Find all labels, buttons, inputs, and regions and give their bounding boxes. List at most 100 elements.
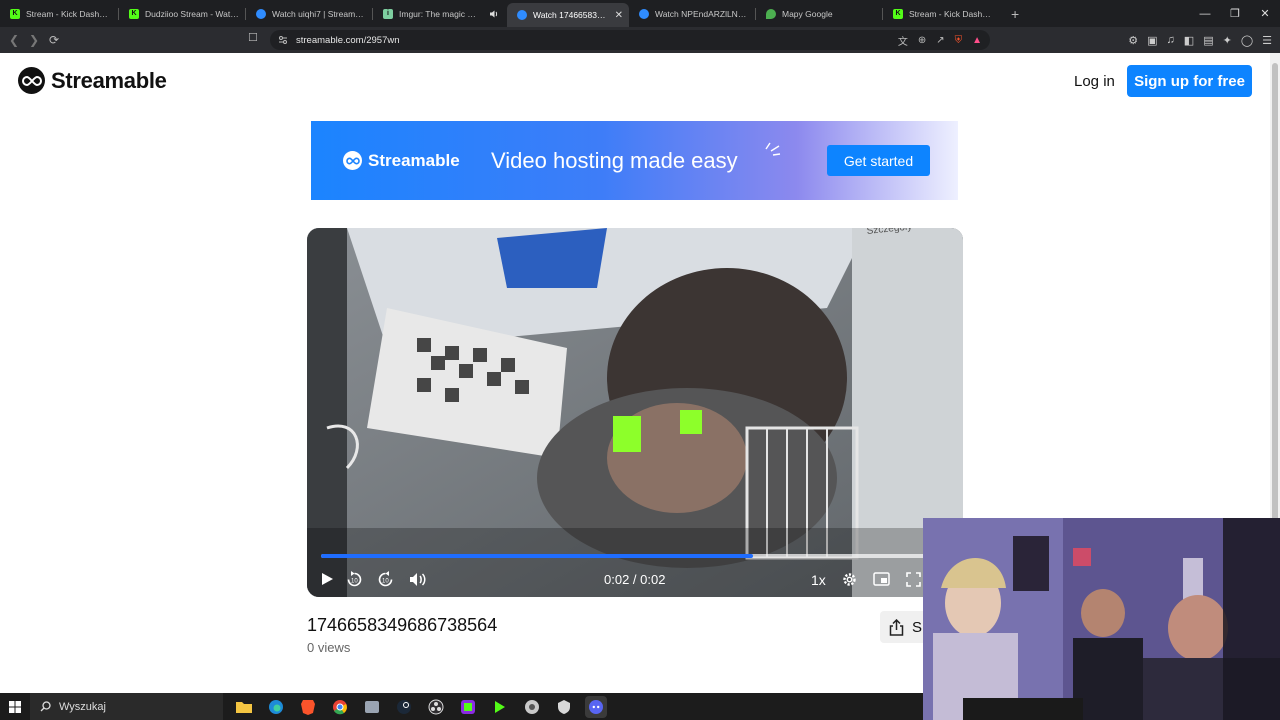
taskbar-search[interactable]: Wyszukaj [30, 693, 223, 720]
video-player[interactable]: Szczegóły 10 10 0:02 / 0:02 1x [307, 228, 963, 597]
close-tab-icon[interactable]: ✕ [609, 10, 623, 21]
extension-toolbar: ⚙ ▣ ♫ ◧ ▤ ✦ ◯ ☰ [1128, 30, 1272, 50]
svg-text:10: 10 [382, 578, 389, 584]
omnibox-actions: 文 ⊕ ↗ ⛨ ▲ [898, 30, 982, 50]
windows-taskbar: Wyszukaj [0, 693, 923, 720]
discord-icon[interactable] [585, 695, 607, 718]
settings-gear-icon[interactable] [839, 568, 859, 590]
tab-title: Watch uiqhi7 | Streamable [272, 8, 366, 19]
brave-rewards-icon[interactable]: ▲ [972, 35, 982, 46]
translate-icon[interactable]: 文 [898, 33, 908, 48]
tab-6[interactable]: Mapy Google [756, 0, 882, 27]
banner-logo: Streamable [343, 151, 460, 171]
address-bar-row: ❮ ❯ ⟳ ☐ streamable.com/2957wn 文 ⊕ ↗ ⛨ ▲ … [0, 27, 1280, 53]
tab-3[interactable]: i Imgur: The magic of the In [373, 0, 485, 27]
tab-mute[interactable] [485, 0, 507, 27]
tab-title: Watch 1746658349686 [533, 10, 609, 20]
close-window-icon[interactable]: ✕ [1250, 0, 1280, 27]
obs-icon[interactable] [425, 696, 447, 718]
streamable-icon [639, 8, 649, 19]
tab-title: Stream - Kick Dashboard [26, 8, 112, 19]
minimize-icon[interactable]: — [1190, 0, 1220, 27]
get-started-button[interactable]: Get started [827, 145, 930, 176]
brave-shield-icon[interactable]: ⛨ [955, 35, 963, 46]
tab-title: Watch NPEndARZlLN1vno [655, 8, 749, 19]
taskbar-search-placeholder: Wyszukaj [59, 700, 106, 713]
kick-icon: K [129, 8, 139, 19]
volume-icon[interactable] [407, 568, 427, 590]
file-explorer-icon[interactable] [233, 696, 255, 718]
vpn-icon[interactable]: ◯ [1241, 34, 1253, 47]
progress-fill [321, 554, 753, 558]
tab-1[interactable]: K Dudziioo Stream - Watch L [119, 0, 245, 27]
video-title: 1746658349686738564 [307, 615, 498, 635]
tab-title: Dudziioo Stream - Watch L [145, 8, 239, 19]
maps-icon [766, 8, 776, 19]
forward-icon[interactable]: ❯ [24, 30, 44, 50]
promo-banner[interactable]: Streamable Video hosting made easy Get s… [311, 121, 958, 200]
playback-speed-button[interactable]: 1x [811, 572, 826, 588]
login-link[interactable]: Log in [1074, 73, 1115, 90]
back-icon[interactable]: ❮ [4, 30, 24, 50]
play-icon[interactable] [319, 568, 335, 590]
tab-2[interactable]: Watch uiqhi7 | Streamable [246, 0, 372, 27]
timecode: 0:02 / 0:02 [604, 572, 666, 587]
windows-start-icon[interactable] [0, 693, 30, 720]
url-text[interactable]: streamable.com/2957wn [296, 35, 400, 46]
banner-logo-text: Streamable [368, 150, 460, 170]
webcam-image [923, 518, 1280, 720]
menu-icon[interactable]: ☰ [1262, 34, 1272, 47]
tab-strip: K Stream - Kick Dashboard K Dudziioo Str… [0, 0, 1280, 27]
app-icon[interactable] [553, 696, 575, 718]
url-bar[interactable]: streamable.com/2957wn 文 ⊕ ↗ ⛨ ▲ [270, 30, 990, 50]
steam-icon[interactable] [393, 696, 415, 718]
tab-4[interactable]: Watch 1746658349686 ✕ [507, 3, 629, 27]
infinity-icon [343, 151, 362, 170]
wallet-icon[interactable]: ▤ [1203, 34, 1213, 47]
streamable-icon [517, 10, 527, 20]
tab-7[interactable]: K Stream - Kick Dashboa [883, 0, 1001, 27]
forward-10-icon[interactable]: 10 [375, 568, 395, 590]
sparkle-icon [765, 142, 781, 156]
new-tab-button[interactable]: + [1011, 6, 1019, 22]
taskbar-apps [233, 695, 607, 718]
video-frame[interactable]: Szczegóły [307, 228, 963, 597]
media-icon[interactable]: ♫ [1167, 34, 1175, 46]
picture-in-picture-icon[interactable] [871, 568, 891, 590]
svg-text:10: 10 [351, 578, 358, 584]
restore-icon[interactable]: ❐ [1220, 0, 1250, 27]
chrome-icon[interactable] [329, 696, 351, 718]
fullscreen-icon[interactable] [903, 568, 923, 590]
share-icon[interactable]: ↗ [936, 35, 944, 46]
signup-button[interactable]: Sign up for free [1127, 65, 1252, 97]
speaker-icon[interactable] [489, 9, 499, 19]
banner-slogan: Video hosting made easy [491, 147, 738, 173]
zoom-icon[interactable]: ⊕ [918, 35, 926, 46]
extensions-icon[interactable]: ⚙ [1128, 34, 1138, 47]
tab-title: Imgur: The magic of the In [399, 8, 479, 19]
logo-text: Streamable [51, 67, 167, 93]
edge-icon[interactable] [265, 696, 287, 718]
bookmark-icon[interactable]: ☐ [248, 31, 258, 44]
infinity-icon [18, 67, 45, 94]
rewind-10-icon[interactable]: 10 [344, 568, 364, 590]
leo-ai-icon[interactable]: ✦ [1223, 34, 1232, 47]
streamable-logo[interactable]: Streamable [18, 67, 167, 94]
webcam-overlay [923, 518, 1280, 720]
tab-0[interactable]: K Stream - Kick Dashboard [0, 0, 118, 27]
site-info-icon[interactable] [278, 35, 288, 45]
progress-bar[interactable] [321, 554, 947, 558]
streaming-app-icon[interactable] [457, 696, 479, 718]
tab-5[interactable]: Watch NPEndARZlLN1vno [629, 0, 755, 27]
app-icon[interactable] [361, 696, 383, 718]
share-icon [889, 618, 904, 636]
app-icon[interactable] [521, 696, 543, 718]
share-label: S [912, 618, 923, 636]
reload-icon[interactable]: ⟳ [44, 30, 64, 50]
kick-icon: K [893, 8, 903, 19]
imgur-icon: i [383, 8, 393, 19]
screenshot-icon[interactable]: ▣ [1147, 34, 1157, 47]
kick-app-icon[interactable] [489, 696, 511, 718]
brave-icon[interactable] [297, 696, 319, 718]
sidebar-icon[interactable]: ◧ [1184, 34, 1194, 47]
